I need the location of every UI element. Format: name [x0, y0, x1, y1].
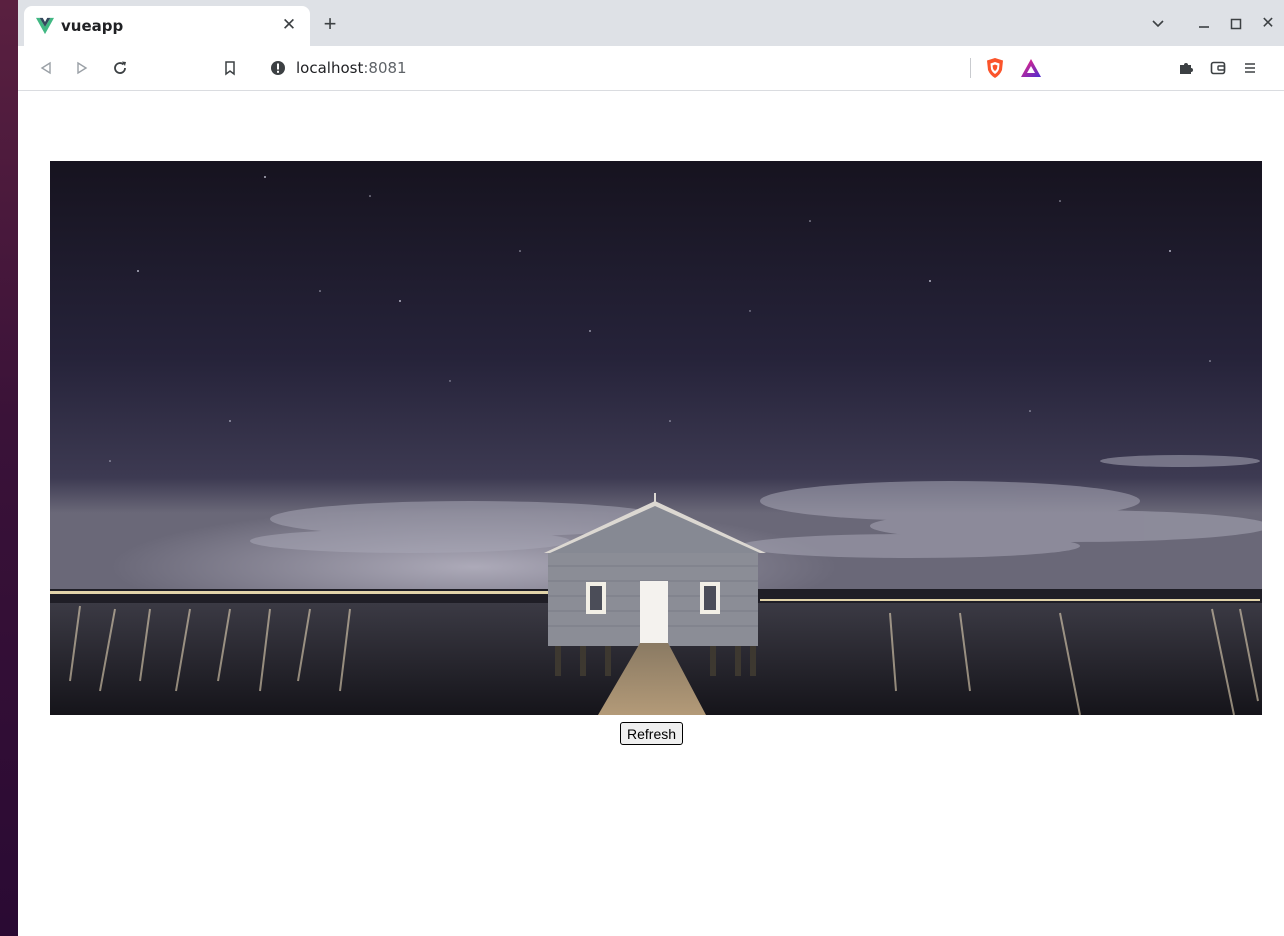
browser-window: vueapp ✕ + ✕ localhost:8081 Refresh — [18, 0, 1284, 936]
maximize-icon[interactable] — [1224, 12, 1248, 36]
tab-strip: vueapp ✕ + ✕ — [18, 0, 1284, 46]
url-text[interactable]: localhost:8081 — [296, 59, 407, 77]
info-icon[interactable] — [270, 60, 286, 76]
boathouse-night-photo — [50, 161, 1262, 715]
forward-icon[interactable] — [70, 56, 94, 80]
minimize-icon[interactable] — [1192, 12, 1216, 36]
tab-vueapp[interactable]: vueapp ✕ — [24, 6, 310, 46]
url-port: :8081 — [363, 59, 407, 77]
brave-shield-icon[interactable] — [984, 57, 1006, 79]
vue-logo-icon — [36, 17, 54, 35]
new-tab-icon[interactable]: + — [318, 12, 342, 36]
address-bar[interactable]: localhost:8081 — [258, 52, 1054, 84]
browser-toolbar: localhost:8081 — [18, 46, 1284, 91]
tab-search-icon[interactable] — [1146, 12, 1170, 36]
back-icon[interactable] — [34, 56, 58, 80]
reload-icon[interactable] — [108, 56, 132, 80]
close-tab-icon[interactable]: ✕ — [278, 14, 300, 36]
divider — [970, 58, 971, 78]
wallet-icon[interactable] — [1206, 56, 1230, 80]
page-content: Refresh — [18, 91, 1284, 936]
desktop-edge — [0, 0, 18, 936]
bookmark-icon[interactable] — [218, 56, 242, 80]
puzzle-piece-icon[interactable] — [1174, 56, 1198, 80]
url-host: localhost — [296, 59, 364, 77]
refresh-button[interactable]: Refresh — [620, 722, 684, 745]
tab-title: vueapp — [61, 17, 124, 35]
brave-rewards-icon[interactable] — [1020, 58, 1042, 78]
close-window-icon[interactable]: ✕ — [1256, 12, 1280, 36]
hamburger-menu-icon[interactable] — [1238, 56, 1262, 80]
